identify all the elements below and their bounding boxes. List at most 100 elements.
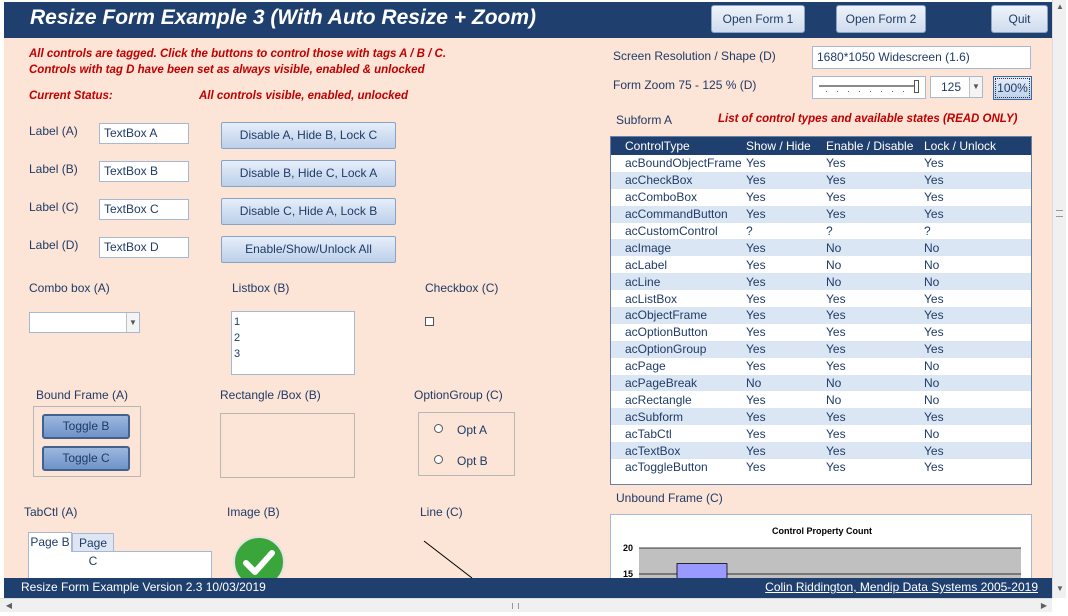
- label-b: Label (B): [29, 162, 78, 176]
- table-cell: ?: [826, 224, 833, 238]
- opt-a-radio[interactable]: [434, 424, 443, 433]
- table-cell: Yes: [742, 307, 822, 324]
- tab-page-c[interactable]: Page C: [72, 533, 114, 568]
- table-cell: No: [920, 374, 1031, 392]
- scroll-left-icon[interactable]: ◀: [2, 601, 16, 610]
- table-row[interactable]: acSubform Yes Yes Yes: [611, 408, 1031, 426]
- table-row[interactable]: acPageBreak No No No: [611, 374, 1031, 392]
- table-cell: Yes: [822, 442, 920, 460]
- disable-c-hide-a-lock-b-button[interactable]: Disable C, Hide A, Lock B: [221, 198, 396, 225]
- table-row[interactable]: acLine Yes No No: [611, 273, 1031, 291]
- image-b: [232, 535, 286, 578]
- table-row[interactable]: acToggleButton Yes Yes Yes: [611, 459, 1031, 476]
- column-header[interactable]: Enable / Disable: [822, 137, 920, 155]
- label-d: Label (D): [29, 238, 79, 252]
- table-row[interactable]: acObjectFrame Yes Yes Yes: [611, 307, 1031, 324]
- table-cell: acCheckBox: [611, 171, 742, 189]
- info-line-1: All controls are tagged. Click the butto…: [29, 48, 447, 60]
- table-cell: acRectangle: [625, 392, 692, 407]
- table-row[interactable]: acListBox Yes Yes Yes: [611, 290, 1031, 307]
- author-link[interactable]: Colin Riddington, Mendip Data Systems 20…: [765, 580, 1038, 594]
- table-row[interactable]: acPage Yes Yes No: [611, 358, 1031, 375]
- list-item[interactable]: 2: [234, 330, 354, 346]
- table-cell: acOptionButton: [625, 325, 708, 340]
- open-form-2-button[interactable]: Open Form 2: [836, 5, 926, 33]
- table-row[interactable]: acBoundObjectFrame Yes Yes Yes: [611, 155, 1031, 172]
- vertical-scrollbar[interactable]: ▲ ▼: [1052, 0, 1066, 598]
- slider-thumb[interactable]: [914, 80, 919, 93]
- table-row[interactable]: acComboBox Yes Yes Yes: [611, 189, 1031, 206]
- textbox-d[interactable]: TextBox D: [99, 237, 189, 258]
- screen-resolution-field[interactable]: 1680*1050 Widescreen (1.6): [812, 46, 1031, 69]
- table-cell: Yes: [920, 171, 1031, 189]
- enable-show-unlock-all-button[interactable]: Enable/Show/Unlock All: [221, 236, 396, 263]
- chevron-down-icon[interactable]: ▼: [126, 313, 139, 332]
- scroll-thumb-grip-h[interactable]: [512, 603, 519, 609]
- toggle-c-button[interactable]: Toggle C: [42, 446, 130, 471]
- table-row[interactable]: acImage Yes No No: [611, 239, 1031, 257]
- textbox-b[interactable]: TextBox B: [99, 161, 189, 182]
- scroll-up-icon[interactable]: ▲: [1053, 2, 1067, 11]
- table-row[interactable]: acTextBox Yes Yes Yes: [611, 442, 1031, 460]
- column-header[interactable]: Lock / Unlock: [920, 137, 1031, 155]
- table-cell: Yes: [746, 392, 766, 407]
- table-cell: Yes: [924, 291, 944, 306]
- quit-button[interactable]: Quit: [991, 5, 1048, 33]
- listbox-b[interactable]: 1 2 3: [231, 311, 355, 375]
- list-item[interactable]: 3: [234, 346, 354, 362]
- tab-page-area: [28, 551, 212, 578]
- table-cell: Yes: [826, 190, 846, 205]
- disable-a-hide-b-lock-c-button[interactable]: Disable A, Hide B, Lock C: [221, 122, 396, 149]
- zoom-100-button[interactable]: 100%: [993, 76, 1032, 100]
- table-cell: No: [826, 257, 842, 272]
- table-cell: acListBox: [625, 291, 678, 306]
- combo-box-a[interactable]: ▼: [29, 312, 140, 333]
- table-cell: Yes: [822, 205, 920, 223]
- table-row[interactable]: acCustomControl???: [611, 223, 1031, 240]
- checkbox-c[interactable]: [425, 317, 434, 326]
- tabctl-label: TabCtl (A): [24, 505, 78, 519]
- textbox-c[interactable]: TextBox C: [99, 199, 189, 220]
- textbox-a[interactable]: TextBox A: [99, 123, 189, 144]
- chevron-down-icon[interactable]: ▼: [969, 77, 982, 97]
- horizontal-scrollbar[interactable]: ◀ ▶: [0, 598, 1052, 612]
- subform-a[interactable]: ControlType Show / Hide Enable / Disable…: [610, 136, 1032, 485]
- column-header[interactable]: Show / Hide: [742, 137, 822, 155]
- scroll-right-icon[interactable]: ▶: [1037, 601, 1051, 610]
- scroll-down-icon[interactable]: ▼: [1053, 584, 1067, 593]
- form-body: All controls are tagged. Click the butto…: [4, 38, 1052, 578]
- table-row[interactable]: acRectangle Yes No No: [611, 391, 1031, 408]
- table-row[interactable]: acTabCtl Yes Yes No: [611, 425, 1031, 442]
- unbound-frame-c: Control Property Count 20 15: [610, 514, 1032, 578]
- table-row[interactable]: acCommandButton Yes Yes Yes: [611, 205, 1031, 223]
- list-item[interactable]: 1: [234, 314, 354, 330]
- control-property-count-chart: Control Property Count 20 15: [623, 526, 1021, 578]
- disable-b-hide-c-lock-a-button[interactable]: Disable B, Hide C, Lock A: [221, 160, 396, 187]
- tab-page-b[interactable]: Page B: [28, 532, 72, 552]
- table-cell: No: [924, 426, 940, 441]
- image-label: Image (B): [227, 505, 280, 519]
- table-cell: Yes: [826, 156, 846, 171]
- table-header: ControlType Show / Hide Enable / Disable…: [611, 137, 1031, 155]
- open-form-1-button[interactable]: Open Form 1: [711, 5, 805, 33]
- toggle-b-button[interactable]: Toggle B: [42, 414, 130, 439]
- table-cell: Yes: [920, 205, 1031, 223]
- table-cell: acCustomControl: [625, 224, 718, 238]
- scroll-thumb-grip[interactable]: [1056, 210, 1063, 217]
- zoom-combo[interactable]: 125 ▼: [930, 76, 983, 98]
- opt-b-radio[interactable]: [434, 455, 443, 464]
- checkbox-label: Checkbox (C): [425, 281, 499, 295]
- subform-caption: List of control types and available stat…: [718, 113, 1018, 125]
- table-row[interactable]: acCheckBox Yes Yes Yes: [611, 171, 1031, 189]
- table-cell: acTabCtl: [625, 426, 672, 441]
- table-row[interactable]: acOptionButton Yes Yes Yes: [611, 324, 1031, 341]
- table-cell: Yes: [920, 408, 1031, 426]
- zoom-slider[interactable]: [812, 76, 926, 99]
- table-row[interactable]: acLabel Yes No No: [611, 256, 1031, 273]
- table-row[interactable]: acOptionGroup Yes Yes Yes: [611, 340, 1031, 358]
- form-title: Resize Form Example 3 (With Auto Resize …: [30, 6, 537, 29]
- table-cell: Yes: [924, 325, 944, 340]
- column-header[interactable]: ControlType: [611, 137, 742, 155]
- table-cell: acPageBreak: [611, 374, 742, 392]
- table-cell: acBoundObjectFrame: [625, 156, 742, 171]
